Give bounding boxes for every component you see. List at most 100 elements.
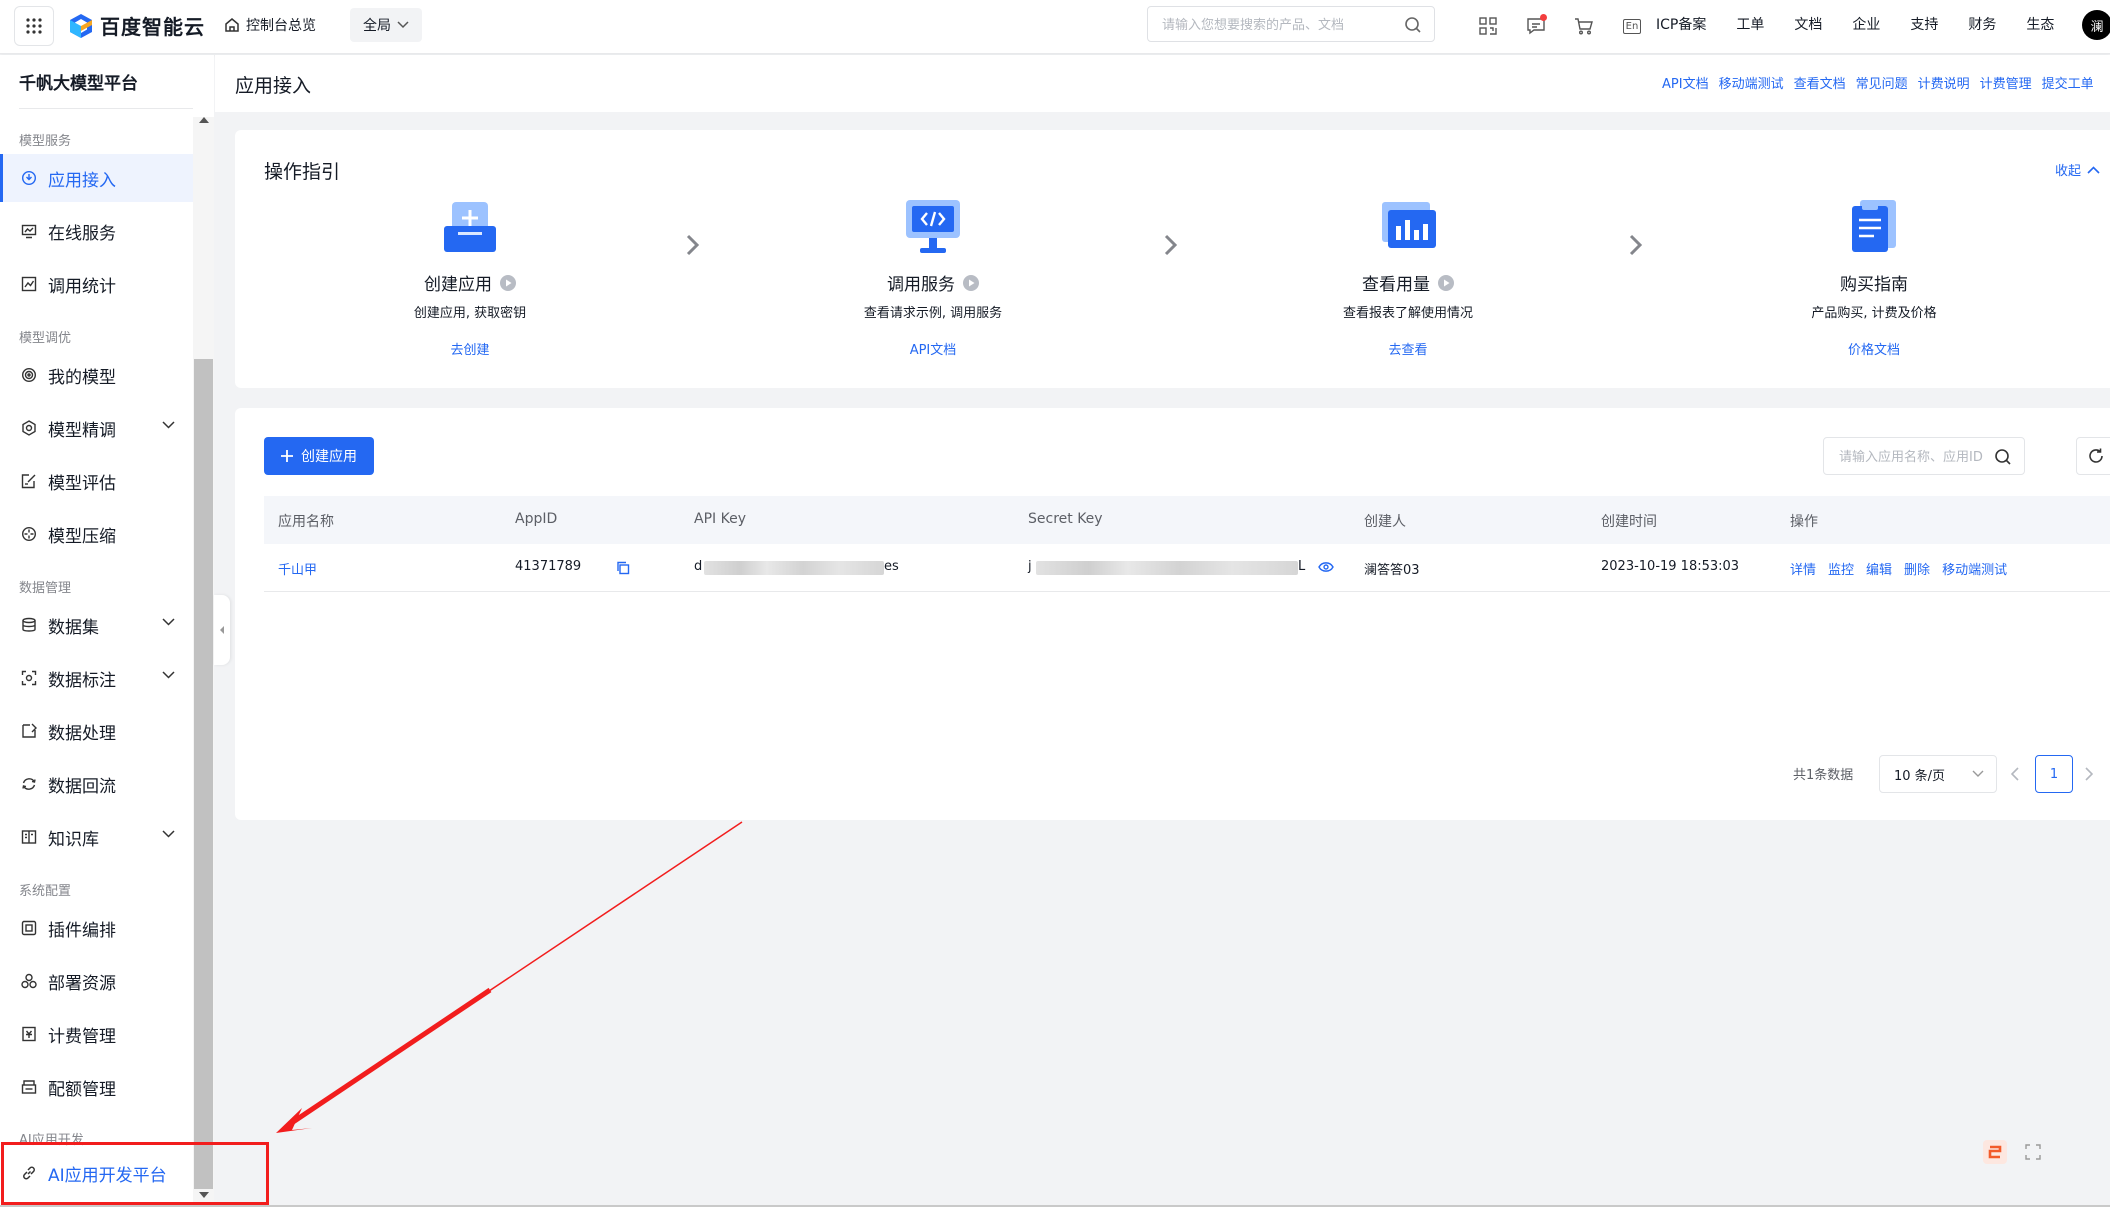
create-app-button[interactable]: 创建应用: [264, 437, 374, 475]
step-link-api-docs[interactable]: API文档: [803, 339, 1063, 358]
sidebar-item-label: 数据处理: [48, 723, 116, 744]
link-api-docs[interactable]: API文档: [1662, 73, 1709, 92]
chevron-down-icon[interactable]: [162, 421, 175, 429]
avatar[interactable]: 澜: [2082, 10, 2110, 40]
sidebar-item-call-stats[interactable]: 调用统计: [0, 260, 193, 308]
page-1-button[interactable]: 1: [2035, 755, 2073, 793]
home-icon: [225, 18, 239, 32]
sidebar-item-fine-tune[interactable]: 模型精调: [0, 404, 193, 452]
sidebar-item-quota[interactable]: 配额管理: [0, 1063, 193, 1111]
action-edit[interactable]: 编辑: [1866, 559, 1892, 578]
menu-enterprise[interactable]: 企业: [1852, 14, 1880, 34]
play-icon[interactable]: [500, 274, 516, 291]
action-monitor[interactable]: 监控: [1828, 559, 1854, 578]
api-key-end: es: [884, 559, 899, 574]
prev-page-icon[interactable]: [2011, 767, 2019, 781]
api-key-start: d: [694, 559, 703, 574]
next-page-icon[interactable]: [2085, 767, 2093, 781]
sidebar-scroll-thumb[interactable]: [194, 359, 213, 1189]
sidebar-item-label: 在线服务: [48, 223, 116, 244]
menu-docs[interactable]: 文档: [1794, 14, 1822, 34]
fine-tune-icon: [19, 418, 39, 438]
sidebar-item-compress[interactable]: 模型压缩: [0, 510, 193, 558]
search-icon[interactable]: [1404, 16, 1422, 34]
refresh-button[interactable]: [2076, 437, 2110, 475]
eye-icon[interactable]: [1318, 561, 1334, 573]
app-name-link[interactable]: 千山甲: [278, 559, 317, 578]
sidebar-item-my-models[interactable]: 我的模型: [0, 351, 193, 399]
link-view-docs[interactable]: 查看文档: [1794, 73, 1846, 92]
link-mobile-test[interactable]: 移动端测试: [1719, 73, 1784, 92]
link-faq[interactable]: 常见问题: [1856, 73, 1908, 92]
action-delete[interactable]: 删除: [1904, 559, 1930, 578]
annotation-highlight-box: [1, 1142, 269, 1205]
sidebar-item-label: 调用统计: [48, 276, 116, 297]
sidebar-item-online-service[interactable]: 在线服务: [0, 207, 193, 255]
sidebar-item-reflow[interactable]: 数据回流: [0, 760, 193, 808]
menu-support[interactable]: 支持: [1910, 14, 1938, 34]
menu-finance[interactable]: 财务: [1968, 14, 1996, 34]
step-link-price-docs[interactable]: 价格文档: [1744, 339, 2004, 358]
link-billing-info[interactable]: 计费说明: [1918, 73, 1970, 92]
language-label: En: [1622, 18, 1642, 34]
chevron-left-icon: [220, 626, 224, 634]
app-access-icon: [19, 168, 39, 188]
sidebar-item-label: 数据集: [48, 617, 99, 638]
created-time-value: 2023-10-19 18:53:03: [1601, 559, 1740, 574]
col-creator: 创建人: [1364, 514, 1406, 530]
chevron-down-icon[interactable]: [162, 671, 175, 679]
chevron-down-icon[interactable]: [162, 618, 175, 626]
qrcode-icon[interactable]: [1464, 13, 1512, 39]
copy-icon[interactable]: [616, 561, 630, 575]
region-select[interactable]: 全局: [350, 8, 422, 42]
step-arrow-icon: [1629, 234, 1643, 256]
collapse-label: 收起: [2055, 164, 2082, 179]
play-icon[interactable]: [963, 274, 979, 291]
expand-icon[interactable]: [2024, 1144, 2041, 1160]
page-size-select[interactable]: 10 条/页: [1879, 755, 1997, 793]
language-icon[interactable]: En: [1608, 13, 1656, 39]
sidebar-item-evaluate[interactable]: 模型评估: [0, 457, 193, 505]
sidebar-item-billing[interactable]: 计费管理: [0, 1010, 193, 1058]
menu-icp[interactable]: ICP备案: [1656, 14, 1706, 34]
step-arrow-icon: [686, 234, 700, 256]
chevron-down-icon[interactable]: [162, 830, 175, 838]
sidebar-item-app-access[interactable]: 应用接入: [0, 154, 193, 202]
sidebar-item-labeling[interactable]: 数据标注: [0, 654, 193, 702]
global-search-input[interactable]: [1162, 15, 1390, 35]
sidebar-item-deploy[interactable]: 部署资源: [0, 957, 193, 1005]
menu-ticket[interactable]: 工单: [1736, 14, 1764, 34]
link-billing-mgmt[interactable]: 计费管理: [1980, 73, 2032, 92]
step-link-create[interactable]: 去创建: [340, 339, 600, 358]
sidebar-collapse-handle[interactable]: [214, 595, 230, 665]
action-detail[interactable]: 详情: [1790, 559, 1816, 578]
link-submit-ticket[interactable]: 提交工单: [2042, 73, 2094, 92]
app-grid-icon[interactable]: [14, 6, 54, 46]
sidebar-scrollbar[interactable]: [193, 117, 214, 1202]
play-icon[interactable]: [1438, 274, 1454, 291]
guide-collapse-button[interactable]: 收起: [2055, 160, 2100, 179]
floating-widget[interactable]: [1973, 1133, 2049, 1171]
sidebar-item-processing[interactable]: 数据处理: [0, 707, 193, 755]
step-link-view[interactable]: 去查看: [1278, 339, 1538, 358]
sidebar-item-datasets[interactable]: 数据集: [0, 601, 193, 649]
menu-ecosystem[interactable]: 生态: [2026, 14, 2054, 34]
page-size-label: 10 条/页: [1894, 768, 1946, 784]
scroll-up-arrow-icon[interactable]: [199, 117, 209, 123]
action-mobile-test[interactable]: 移动端测试: [1942, 559, 2007, 578]
billing-icon: [19, 1024, 39, 1044]
secret-key-end: L: [1298, 559, 1306, 574]
brand-logo[interactable]: 百度智能云: [68, 11, 205, 40]
sidebar-divider: [19, 108, 193, 109]
create-app-label: 创建应用: [301, 449, 357, 465]
search-icon[interactable]: [1994, 448, 2012, 466]
cart-icon[interactable]: [1560, 13, 1608, 39]
message-icon[interactable]: [1512, 13, 1560, 39]
sidebar-item-knowledge[interactable]: 知识库: [0, 813, 193, 861]
quota-icon: [19, 1077, 39, 1097]
console-overview-link[interactable]: 控制台总览: [224, 15, 316, 35]
sidebar-item-plugins[interactable]: 插件编排: [0, 904, 193, 952]
platform-title: 千帆大模型平台: [19, 74, 138, 94]
app-search-input[interactable]: [1839, 447, 1994, 467]
plus-icon: [281, 450, 293, 462]
